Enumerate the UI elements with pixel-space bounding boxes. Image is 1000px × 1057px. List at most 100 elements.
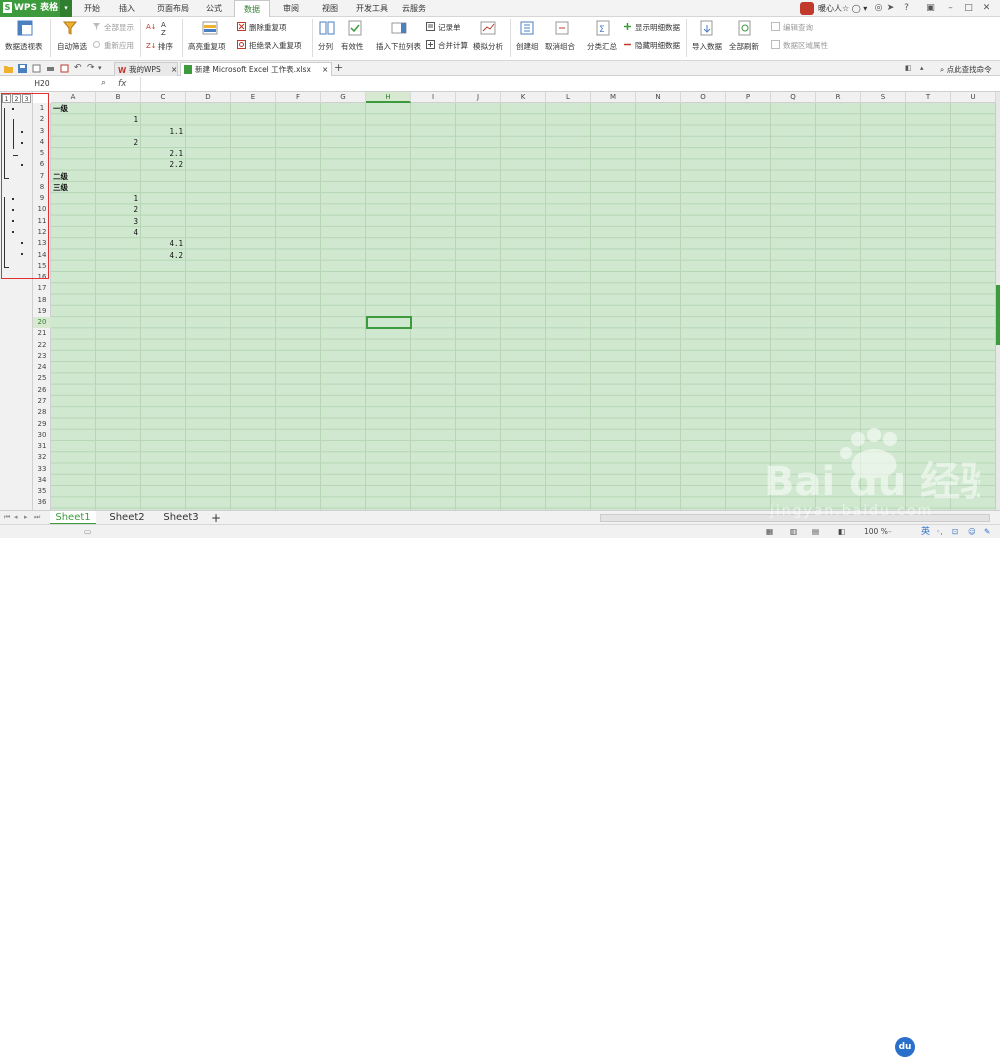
- tab-view[interactable]: 视图: [316, 0, 344, 17]
- column-header-f[interactable]: F: [276, 92, 321, 103]
- cell-a1[interactable]: 一级: [53, 103, 68, 114]
- import-data-icon[interactable]: [699, 20, 715, 36]
- avatar[interactable]: [800, 2, 814, 15]
- cell-b4[interactable]: 2: [96, 137, 138, 148]
- redo-icon[interactable]: ↷: [87, 64, 96, 73]
- ungroup-icon[interactable]: [554, 20, 570, 36]
- row-header-19[interactable]: 19: [33, 306, 51, 317]
- edit-query-button[interactable]: 编辑查询: [783, 22, 813, 33]
- reject-duplicates-button[interactable]: 拒绝录入重复项: [249, 40, 302, 51]
- autofilter-button[interactable]: 自动筛选: [57, 41, 87, 52]
- row-header-28[interactable]: 28: [33, 407, 51, 418]
- column-header-a[interactable]: A: [51, 92, 96, 103]
- highlight-duplicates-button[interactable]: 高亮重复项: [188, 41, 226, 52]
- prev-sheet-icon[interactable]: ◂: [14, 513, 18, 521]
- column-header-l[interactable]: L: [546, 92, 591, 103]
- show-all-icon[interactable]: [92, 22, 101, 31]
- row-header-18[interactable]: 18: [33, 295, 51, 306]
- name-box[interactable]: H20: [0, 77, 84, 91]
- subtotal-icon[interactable]: Σ: [595, 20, 611, 36]
- row-header-32[interactable]: 32: [33, 452, 51, 463]
- subtotal-button[interactable]: 分类汇总: [587, 41, 617, 52]
- validity-button[interactable]: 有效性: [341, 41, 364, 52]
- baidu-ime-icon[interactable]: du: [895, 1037, 915, 1057]
- normal-view-icon[interactable]: ▦: [766, 526, 773, 538]
- remove-duplicates-icon[interactable]: [237, 22, 246, 31]
- tab-formula[interactable]: 公式: [200, 0, 228, 17]
- cell-b12[interactable]: 4: [96, 227, 138, 238]
- page-break-view-icon[interactable]: ▥: [790, 526, 797, 538]
- cell-b10[interactable]: 2: [96, 204, 138, 215]
- column-header-k[interactable]: K: [501, 92, 546, 103]
- column-header-b[interactable]: B: [96, 92, 141, 103]
- column-header-e[interactable]: E: [231, 92, 276, 103]
- fx-icon[interactable]: fx: [118, 76, 127, 92]
- ungroup-button[interactable]: 取消组合: [545, 41, 575, 52]
- reapply-button[interactable]: 重新应用: [104, 40, 134, 51]
- sort-asc-icon[interactable]: A↓: [146, 21, 155, 30]
- tab-review[interactable]: 审阅: [277, 0, 305, 17]
- sort-button[interactable]: 排序: [158, 41, 173, 52]
- hide-detail-icon[interactable]: [623, 40, 632, 49]
- merge-calc-icon[interactable]: [426, 40, 435, 49]
- maximize-icon[interactable]: □: [962, 2, 975, 15]
- zoom-lookup-icon[interactable]: ⌕: [101, 78, 106, 88]
- row-header-30[interactable]: 30: [33, 430, 51, 441]
- print-icon[interactable]: [46, 64, 55, 73]
- collapse-ribbon-icon[interactable]: ▴: [920, 64, 924, 72]
- row-header-27[interactable]: 27: [33, 396, 51, 407]
- row-header-35[interactable]: 35: [33, 486, 51, 497]
- column-header-q[interactable]: Q: [771, 92, 816, 103]
- cell-c3[interactable]: 1.1: [141, 126, 183, 137]
- record-form-button[interactable]: 记录单: [438, 22, 461, 33]
- help-icon[interactable]: ?: [900, 2, 913, 15]
- user-name[interactable]: 暖心人☆ ◯ ▾: [818, 0, 867, 17]
- ime-mode[interactable]: 英: [921, 526, 930, 538]
- record-form-icon[interactable]: [426, 22, 435, 31]
- range-properties-icon[interactable]: [771, 40, 780, 49]
- reapply-icon[interactable]: [92, 40, 101, 49]
- row-header-25[interactable]: 25: [33, 373, 51, 384]
- tab-data[interactable]: 数据: [234, 0, 270, 18]
- send-icon[interactable]: ➤: [884, 2, 897, 15]
- row-header-24[interactable]: 24: [33, 362, 51, 373]
- last-sheet-icon[interactable]: ⏭: [34, 513, 40, 522]
- page-layout-view-icon[interactable]: ▤: [812, 526, 819, 538]
- cell-b11[interactable]: 3: [96, 216, 138, 227]
- split-column-icon[interactable]: [319, 20, 335, 36]
- minimize-icon[interactable]: –: [944, 2, 957, 15]
- tab-cloud[interactable]: 云服务: [397, 0, 431, 17]
- remove-duplicates-button[interactable]: 删除重复项: [249, 22, 287, 33]
- insert-dropdown-button[interactable]: 插入下拉列表: [376, 41, 421, 52]
- sort-desc-icon[interactable]: Z↓: [146, 40, 155, 49]
- cell-b9[interactable]: 1: [96, 193, 138, 204]
- tab-dev-tools[interactable]: 开发工具: [350, 0, 394, 17]
- simulate-analysis-button[interactable]: 模拟分析: [473, 41, 503, 52]
- refresh-all-button[interactable]: 全部刷新: [729, 41, 759, 52]
- column-header-t[interactable]: T: [906, 92, 951, 103]
- column-header-j[interactable]: J: [456, 92, 501, 103]
- customize-dropdown-icon[interactable]: ▾: [98, 64, 107, 73]
- column-header-c[interactable]: C: [141, 92, 186, 103]
- row-header-33[interactable]: 33: [33, 464, 51, 475]
- pivot-table-button[interactable]: 数据透视表: [5, 41, 43, 52]
- pivot-table-icon[interactable]: [17, 20, 33, 36]
- column-header-m[interactable]: M: [591, 92, 636, 103]
- refresh-all-icon[interactable]: [737, 20, 753, 36]
- cell-c13[interactable]: 4.1: [141, 238, 183, 249]
- undo-icon[interactable]: ↶: [74, 64, 83, 73]
- cell-c6[interactable]: 2.2: [141, 159, 183, 170]
- add-sheet-icon[interactable]: +: [208, 511, 224, 525]
- show-all-button[interactable]: 全部显示: [104, 22, 134, 33]
- validity-icon[interactable]: [347, 20, 363, 36]
- column-header-o[interactable]: O: [681, 92, 726, 103]
- column-header-h[interactable]: H: [366, 92, 411, 103]
- tab-page-layout[interactable]: 页面布局: [152, 0, 194, 17]
- import-data-button[interactable]: 导入数据: [692, 41, 722, 52]
- sheet-notes-icon[interactable]: ▭: [84, 526, 91, 538]
- column-header-u[interactable]: U: [951, 92, 996, 103]
- column-header-d[interactable]: D: [186, 92, 231, 103]
- close-tab-icon[interactable]: ×: [322, 63, 328, 76]
- cell-c5[interactable]: 2.1: [141, 148, 183, 159]
- column-header-n[interactable]: N: [636, 92, 681, 103]
